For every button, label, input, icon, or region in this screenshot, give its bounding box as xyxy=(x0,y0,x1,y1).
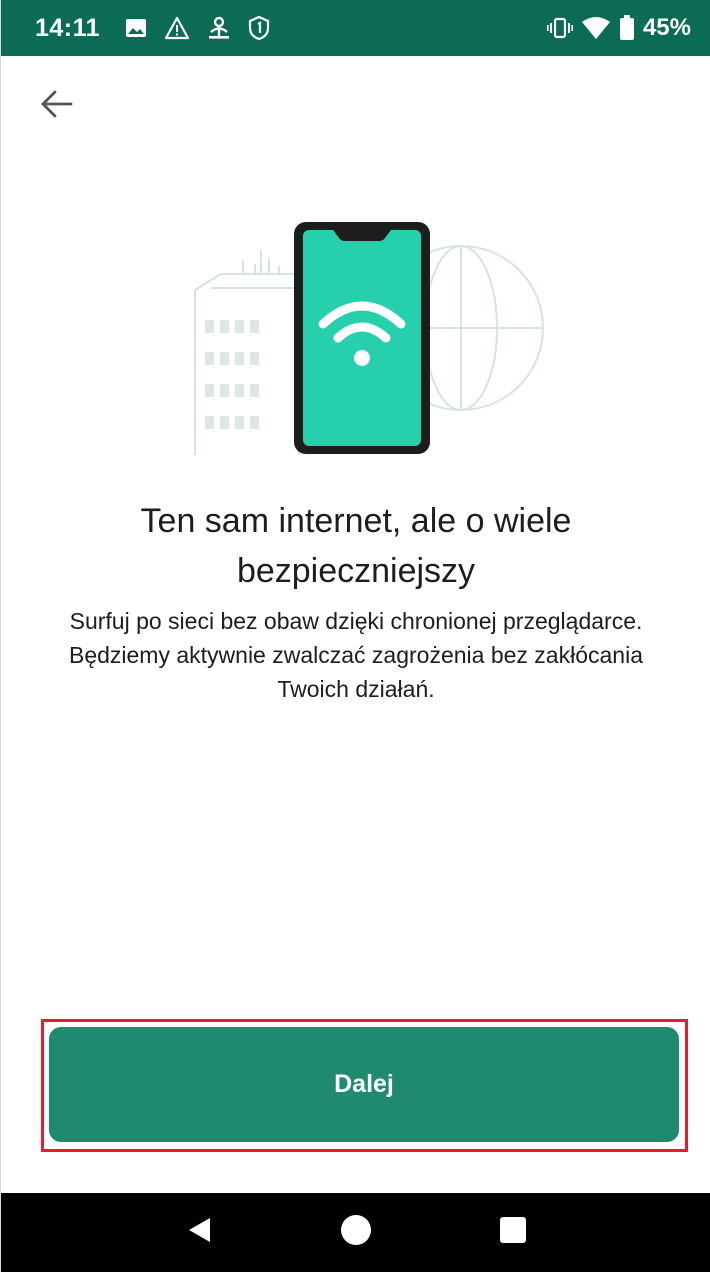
vpn-person-icon xyxy=(206,15,232,41)
back-button[interactable] xyxy=(35,84,79,128)
shield-1-icon xyxy=(248,15,270,41)
building-windows xyxy=(205,320,259,429)
nav-recents-button[interactable] xyxy=(483,1203,543,1263)
vibrate-icon xyxy=(546,17,573,39)
recents-square-icon xyxy=(499,1216,527,1249)
battery-percent: 45% xyxy=(642,14,691,41)
image-icon xyxy=(124,17,148,39)
nav-back-button[interactable] xyxy=(169,1203,229,1263)
next-button[interactable]: Dalej xyxy=(49,1027,679,1142)
wifi-dot xyxy=(354,350,370,366)
battery-icon xyxy=(619,15,635,41)
status-notification-icons xyxy=(124,15,270,41)
nav-home-button[interactable] xyxy=(326,1203,386,1263)
arrow-left-icon xyxy=(40,89,74,124)
wifi-icon xyxy=(581,16,611,40)
status-system-icons: 45% xyxy=(546,14,691,42)
screen: 14:11 45% Ten sam internet, ale o wiele … xyxy=(0,0,710,1272)
page-title: Ten sam internet, ale o wiele bezpieczni… xyxy=(140,502,572,590)
home-circle-icon xyxy=(340,1214,372,1251)
phone-icon xyxy=(294,222,430,454)
status-bar: 14:11 45% xyxy=(1,0,710,56)
page-description: Surfuj po sieci bez obaw dzięki chronion… xyxy=(68,608,643,702)
back-triangle-icon xyxy=(186,1216,212,1249)
status-time: 14:11 xyxy=(35,13,101,42)
navigation-bar xyxy=(1,1193,710,1272)
illustration xyxy=(181,210,551,460)
warning-icon xyxy=(164,16,190,40)
